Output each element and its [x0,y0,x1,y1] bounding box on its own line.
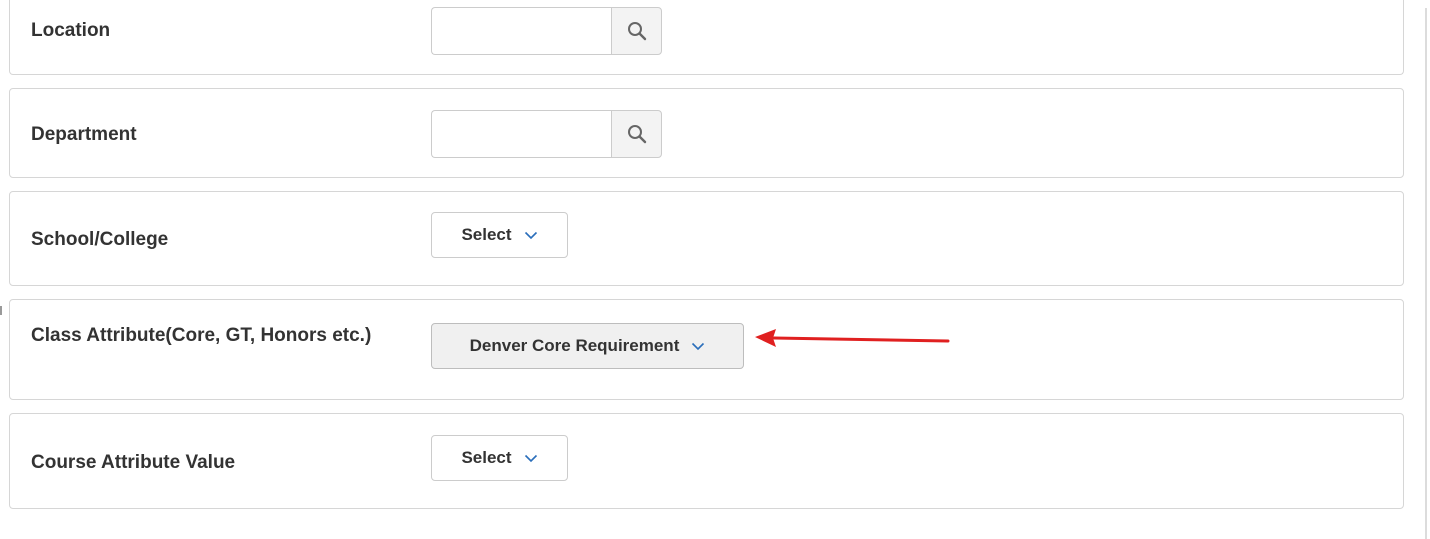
chevron-down-icon [524,454,538,463]
department-search-button[interactable] [611,110,662,158]
class-attribute-select[interactable]: Denver Core Requirement [431,323,744,369]
school-college-label: School/College [31,229,169,250]
chevron-down-icon [524,231,538,240]
course-attribute-value-select-label: Select [461,448,512,467]
department-input[interactable] [431,110,611,158]
edge-mark [0,306,2,315]
location-search [431,7,662,55]
location-input[interactable] [431,7,611,55]
location-panel: Location [9,0,1404,75]
course-attribute-value-select[interactable]: Select [431,435,568,481]
search-filters-page: Location Department School/College Selec… [0,0,1430,539]
school-college-panel: School/College Select [9,191,1404,286]
class-attribute-label: Class Attribute(Core, GT, Honors etc.) [31,325,372,346]
class-attribute-select-label: Denver Core Requirement [469,336,680,355]
search-icon [627,22,646,41]
school-college-select[interactable]: Select [431,212,568,258]
scroll-divider [1425,8,1427,539]
chevron-down-icon [691,342,705,351]
department-panel: Department [9,88,1404,178]
class-attribute-panel: Class Attribute(Core, GT, Honors etc.) D… [9,299,1404,400]
search-icon [627,125,646,144]
location-label: Location [31,20,111,41]
department-label: Department [31,124,137,145]
course-attribute-value-panel: Course Attribute Value Select [9,413,1404,509]
location-search-button[interactable] [611,7,662,55]
course-attribute-value-label: Course Attribute Value [31,452,236,473]
arrow-left-icon [755,329,950,347]
school-college-select-label: Select [461,225,512,244]
department-search [431,110,662,158]
